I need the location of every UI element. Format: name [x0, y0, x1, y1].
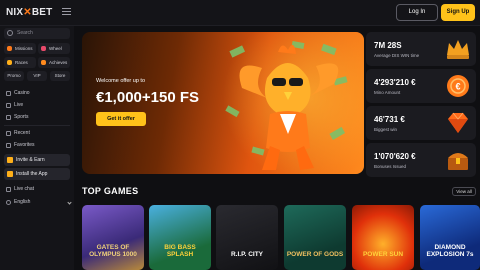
game-title: GATES OF OLYMPUS 1000	[89, 244, 137, 258]
flag-icon	[7, 60, 12, 65]
stat-value: 46'731 €	[374, 115, 405, 124]
game-title: DIAMOND EXPLOSION 7s	[426, 244, 474, 258]
game-title: R.I.P. CITY	[230, 251, 264, 258]
live-chat-button[interactable]: Live chat	[4, 183, 70, 195]
game-card[interactable]: BIG BASS SPLASH	[149, 205, 211, 270]
diamond-icon	[448, 112, 468, 133]
stat-card-biggest-win: 46'731 € Biggest win	[366, 106, 476, 140]
game-title: POWER SUN	[362, 251, 404, 258]
stat-value: 1'070'620 €	[374, 152, 416, 161]
clock-icon	[6, 131, 11, 136]
stat-value: 4'293'210 €	[374, 78, 416, 87]
phoenix-mascot-image	[225, 41, 348, 170]
coin-icon: €	[447, 75, 469, 97]
crown-icon	[447, 40, 469, 59]
brand-logo[interactable]: NIX✕BET	[6, 7, 52, 18]
sidebar-divider	[4, 125, 70, 126]
casino-icon	[6, 91, 11, 96]
game-card[interactable]: R.I.P. CITY	[216, 205, 278, 270]
stat-card-amount: 4'293'210 € Mino Amount €	[366, 69, 476, 103]
chat-icon	[6, 187, 11, 192]
stat-label: Average DIS WIN time	[374, 53, 420, 58]
target-icon	[7, 46, 12, 51]
heart-icon	[6, 143, 11, 148]
get-offer-button[interactable]: Get it offer	[96, 112, 146, 126]
invite-earn-button[interactable]: Invite & Earn	[4, 154, 70, 166]
sidebar-chip-missions[interactable]: Missions	[4, 43, 36, 54]
top-bar: NIX✕BET Log In Sign Up	[0, 0, 480, 26]
game-card[interactable]: POWER SUN	[352, 205, 414, 270]
stat-card-avg-time: 7M 28S Average DIS WIN time	[366, 32, 476, 66]
live-icon	[6, 103, 11, 108]
sidebar-chip-vip[interactable]: VIP	[27, 71, 47, 81]
wheel-icon	[41, 46, 46, 51]
view-all-button[interactable]: View all	[452, 187, 476, 196]
sidebar-item-sports[interactable]: Sports	[4, 111, 70, 123]
sports-icon	[6, 115, 11, 120]
banner-subtitle: Welcome offer up to	[96, 78, 146, 84]
svg-text:€: €	[455, 82, 460, 92]
game-title: POWER OF GODS	[286, 251, 344, 258]
stat-card-bonuses: 1'070'620 € Bonuses Issued	[366, 143, 476, 177]
language-selector[interactable]: English	[4, 196, 72, 208]
sidebar-item-casino[interactable]: Casino	[4, 87, 70, 99]
chevron-down-icon	[67, 200, 72, 205]
section-title-top-games: TOP GAMES	[82, 186, 139, 196]
sidebar-item-favorites[interactable]: Favorites	[4, 139, 70, 151]
sidebar-chip-wheel[interactable]: Wheel	[38, 43, 70, 54]
sidebar-chip-achieves[interactable]: Achieves	[38, 57, 70, 68]
banner-amount: €1,000+150 FS	[96, 89, 200, 106]
treasure-chest-icon	[448, 153, 468, 170]
sidebar-chip-store[interactable]: Store	[50, 71, 70, 81]
download-icon	[7, 171, 13, 177]
game-card[interactable]: GATES OF OLYMPUS 1000	[82, 205, 144, 270]
search-icon	[7, 30, 13, 36]
sidebar-item-recent[interactable]: Recent	[4, 127, 70, 139]
trophy-icon	[41, 60, 46, 65]
install-app-button[interactable]: Install the App	[4, 168, 70, 180]
stat-value: 7M 28S	[374, 41, 402, 50]
search-input[interactable]: Search	[4, 28, 70, 39]
login-button[interactable]: Log In	[396, 4, 438, 21]
stat-label: Mino Amount	[374, 90, 401, 95]
sidebar-chip-races[interactable]: Races	[4, 57, 36, 68]
stat-label: Biggest win	[374, 127, 398, 132]
sidebar-item-live[interactable]: Live	[4, 99, 70, 111]
menu-toggle-icon[interactable]	[62, 8, 71, 17]
sidebar-chip-promo[interactable]: Promo	[4, 71, 24, 81]
globe-icon	[6, 200, 11, 205]
game-card[interactable]: POWER OF GODS	[284, 205, 346, 270]
game-title: BIG BASS SPLASH	[164, 244, 196, 258]
game-card[interactable]: DIAMOND EXPLOSION 7s	[420, 205, 480, 270]
search-placeholder: Search	[17, 30, 33, 36]
welcome-banner[interactable]: Welcome offer up to €1,000+150 FS Get it…	[82, 32, 364, 174]
gift-icon	[7, 157, 13, 163]
stat-label: Bonuses Issued	[374, 164, 407, 169]
signup-button[interactable]: Sign Up	[441, 4, 475, 21]
sidebar: Search Missions Wheel Races Achieves Pro…	[0, 26, 74, 270]
